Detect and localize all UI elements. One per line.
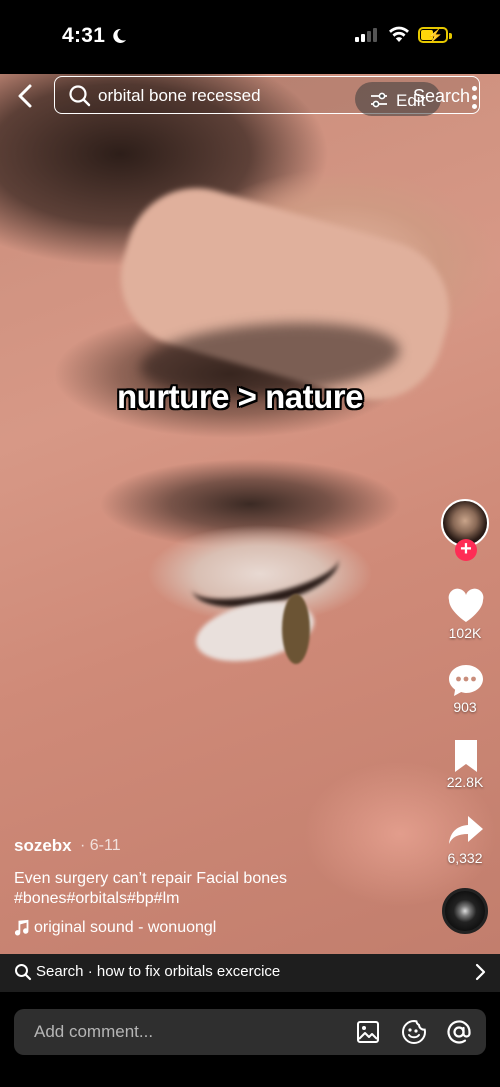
more-options-icon[interactable] [472,86,478,112]
post-caption[interactable]: Even surgery can’t repair Facial bones #… [14,869,414,909]
time-text: 4:31 [62,24,106,47]
video-iris-shape [282,594,310,664]
search-button[interactable]: Search [413,86,470,107]
search-icon [15,964,32,981]
mention-at-icon[interactable] [446,1019,472,1045]
comment-placeholder[interactable]: Add comment... [34,1022,153,1042]
music-note-icon [14,919,29,936]
heart-icon[interactable] [446,588,486,624]
battery-icon: ⚡ [418,27,452,43]
username[interactable]: sozebx [14,836,72,856]
music-disc[interactable] [442,888,488,934]
comment-count: 903 [453,699,477,715]
cellular-signal-icon [355,28,377,42]
follow-plus-button[interactable]: + [455,539,477,561]
image-icon[interactable] [355,1019,381,1045]
back-arrow-icon[interactable] [14,82,38,110]
share-count: 6,332 [447,850,483,866]
post-date: · 6-11 [80,837,121,854]
caption-hashtags[interactable]: #bones#orbitals#bp#lm [14,889,414,909]
caption-text: Even surgery can’t repair Facial bones [14,870,288,887]
sound-label[interactable]: original sound - wonuongl [34,919,216,937]
search-query-text[interactable]: orbital bone recessed [98,86,261,106]
like-count: 102K [448,625,482,641]
video-player[interactable] [0,74,500,954]
emoji-icon[interactable] [401,1019,427,1045]
save-count: 22.8K [446,774,484,790]
bookmark-icon[interactable] [446,738,486,774]
share-arrow-icon[interactable] [446,812,486,848]
chevron-right-icon[interactable] [475,962,487,982]
search-icon [69,85,91,107]
comment-icon[interactable] [446,662,486,698]
moon-icon [113,28,127,43]
filter-sliders-icon [371,92,387,108]
related-search-text[interactable]: Search · how to fix orbitals excercice [36,963,280,980]
status-time: 4:31 [62,24,127,48]
video-overlay-text: nurture > nature [117,378,363,415]
wifi-icon [389,26,409,42]
